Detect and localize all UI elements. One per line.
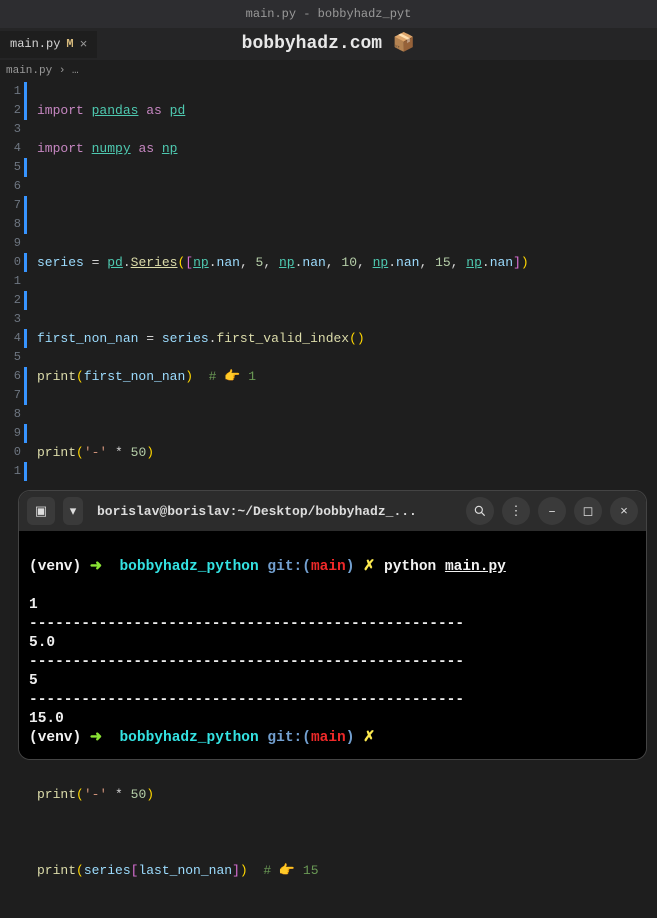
close-button[interactable]: × <box>610 497 638 525</box>
terminal-title: borislav@borislav:~/Desktop/bobbyhadz_..… <box>91 504 458 519</box>
breadcrumb[interactable]: main.py › … <box>0 60 657 82</box>
new-tab-button[interactable]: ▣ <box>27 497 55 525</box>
search-icon[interactable] <box>466 497 494 525</box>
terminal-header: ▣ ▾ borislav@borislav:~/Desktop/bobbyhad… <box>19 491 646 531</box>
breadcrumb-sep: › <box>59 65 66 77</box>
close-icon[interactable]: × <box>80 37 88 52</box>
terminal-body[interactable]: (venv) ➜ bobbyhadz_python git:(main) ✗ p… <box>19 531 646 759</box>
tab-dirty-indicator: M <box>66 37 73 51</box>
window-title: main.py - bobbyhadz_pyt <box>246 7 412 21</box>
breadcrumb-file: main.py <box>6 65 52 77</box>
breadcrumb-more: … <box>72 65 79 77</box>
dropdown-button[interactable]: ▾ <box>63 497 83 525</box>
terminal-window: ▣ ▾ borislav@borislav:~/Desktop/bobbyhad… <box>18 490 647 760</box>
minimize-button[interactable]: – <box>538 497 566 525</box>
maximize-button[interactable]: ◻ <box>574 497 602 525</box>
tab-mainpy[interactable]: main.py M × <box>0 31 97 58</box>
tab-label: main.py <box>10 37 60 51</box>
window-title-bar: main.py - bobbyhadz_pyt <box>0 0 657 28</box>
editor-tab-bar: main.py M × <box>0 28 657 60</box>
menu-icon[interactable]: ⋮ <box>502 497 530 525</box>
